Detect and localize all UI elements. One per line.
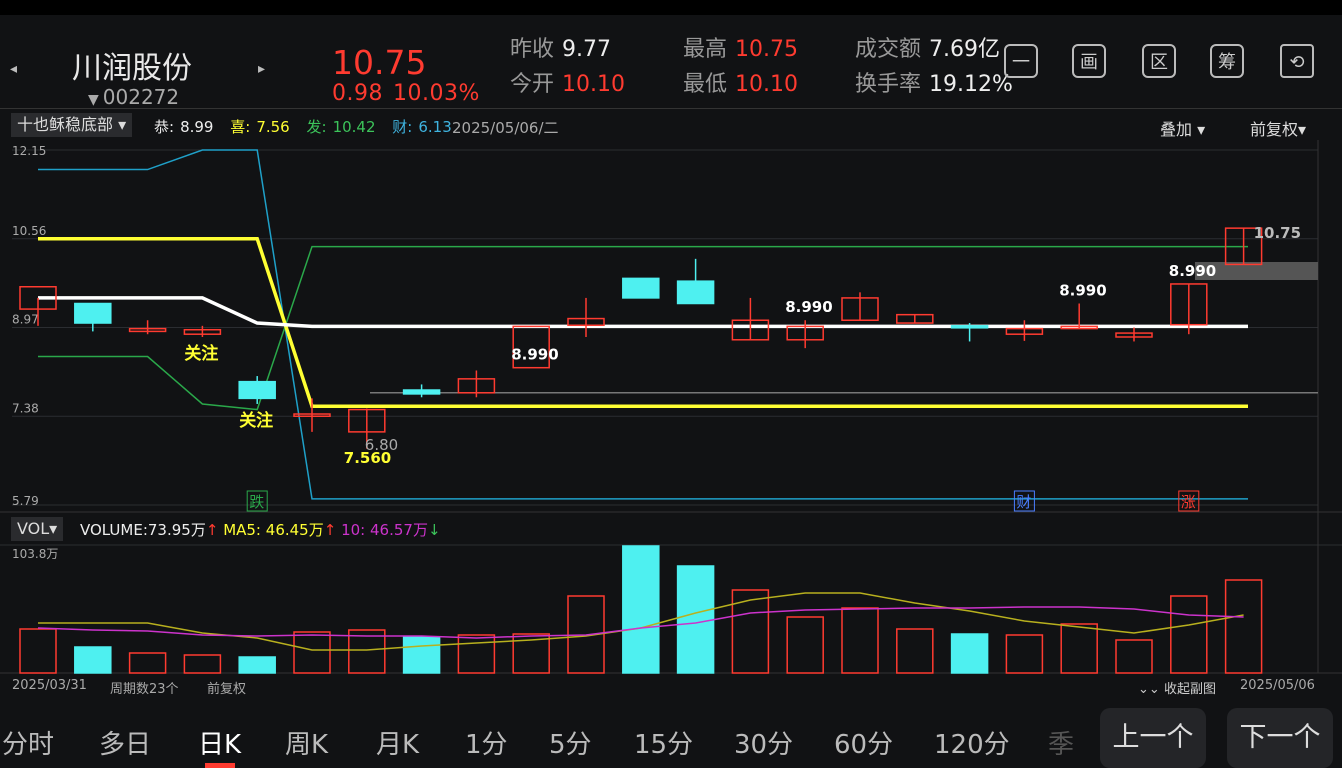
volume-ma10-label: 10: xyxy=(341,521,366,539)
volume-bar xyxy=(457,634,496,674)
price-label: 8.990 xyxy=(511,346,558,364)
y-axis-label: 8.97 xyxy=(12,313,39,327)
price-label: 8.990 xyxy=(785,298,832,316)
volume-indicator-name: VOL xyxy=(17,519,50,538)
candle xyxy=(676,280,715,305)
volume-bar xyxy=(238,656,276,674)
period-count: 周期数23个 xyxy=(110,682,179,697)
volume-bar xyxy=(128,652,167,674)
tab-multiday[interactable]: 多日 xyxy=(99,724,151,761)
footer-adjust: 前复权 xyxy=(207,682,247,697)
candle xyxy=(950,325,989,329)
volume-bar xyxy=(293,631,331,674)
volume-bar xyxy=(786,616,824,674)
event-marker: 财 xyxy=(1016,493,1031,511)
volume-ma5-label: MA5: xyxy=(223,521,261,539)
volume-bar xyxy=(74,646,112,674)
tab-1min[interactable]: 1分 xyxy=(465,724,508,761)
tab-fenshi[interactable]: 分时 xyxy=(2,724,54,761)
volume-max-label: 103.8万 xyxy=(12,547,58,561)
active-tab-indicator xyxy=(205,763,235,768)
watch-note: 关注 xyxy=(184,343,218,364)
double-chevron-down-icon: ⌄⌄ xyxy=(1138,682,1160,697)
volume-values: VOLUME:73.95万↑ MA5: 46.45万↑ 10: 46.57万↓ xyxy=(80,519,441,540)
volume-bar xyxy=(950,633,989,674)
volume-bar xyxy=(1115,639,1153,674)
volume-ma10-value: 46.57万 xyxy=(370,521,428,539)
white-indicator-line xyxy=(38,296,1248,329)
yellow-indicator-line xyxy=(38,237,1248,408)
up-arrow-icon: ↑ xyxy=(323,521,337,539)
volume-bar xyxy=(19,628,57,674)
event-marker: 跌 xyxy=(249,493,264,511)
volume-value: 73.95万 xyxy=(147,521,206,539)
volume-bar xyxy=(1170,595,1208,674)
end-date: 2025/05/06 xyxy=(1240,678,1315,693)
volume-ma5: MA5: 46.45万 xyxy=(223,521,324,539)
tab-quarter[interactable]: 季 xyxy=(1048,724,1074,761)
watch-note: 关注 xyxy=(239,410,273,431)
tab-60min[interactable]: 60分 xyxy=(834,724,893,761)
blue-indicator-line xyxy=(38,149,1248,500)
candle xyxy=(238,380,276,400)
y-axis-label: 5.79 xyxy=(12,494,39,508)
tab-15min[interactable]: 15分 xyxy=(634,724,693,761)
volume-bar xyxy=(183,654,222,674)
price-label: 8.990 xyxy=(1169,262,1216,280)
volume-bar xyxy=(896,628,934,674)
candle xyxy=(74,302,112,324)
volume-bar xyxy=(402,636,441,674)
kline-chart[interactable]: 12.15 10.56 8.97 7.38 5.79 8.990 8.990 8.990 8.9… xyxy=(0,0,1342,700)
collapse-subchart-button[interactable]: ⌄⌄ 收起副图 xyxy=(1138,678,1216,697)
tab-daily-k[interactable]: 日K xyxy=(198,724,241,761)
y-axis-label: 10.56 xyxy=(12,224,46,238)
volume-bar xyxy=(841,607,879,674)
volume-ma5-value: 46.45万 xyxy=(265,521,324,539)
volume-bar xyxy=(676,565,715,674)
low-price-label: 6.80 xyxy=(365,436,398,454)
tab-weekly-k[interactable]: 周K xyxy=(285,724,328,761)
volume-indicator-selector[interactable]: VOL▾ xyxy=(11,517,64,541)
prev-stock-button[interactable]: 上一个 xyxy=(1100,708,1206,768)
event-marker: 涨 xyxy=(1181,493,1196,511)
price-label: 8.990 xyxy=(1059,281,1106,299)
volume-bar xyxy=(1060,623,1098,674)
volume-label: VOLUME: xyxy=(80,521,148,539)
volume-bar xyxy=(1224,579,1263,674)
collapse-subchart-label: 收起副图 xyxy=(1163,682,1216,697)
down-arrow-icon: ↓ xyxy=(427,521,441,539)
caret-down-icon: ▾ xyxy=(49,519,58,538)
tab-30min[interactable]: 30分 xyxy=(734,724,793,761)
tab-monthly-k[interactable]: 月K xyxy=(376,724,419,761)
volume-bar xyxy=(1005,634,1044,674)
start-date: 2025/03/31 xyxy=(12,678,87,693)
volume-bar xyxy=(622,545,660,674)
candle xyxy=(402,389,441,395)
next-stock-button[interactable]: 下一个 xyxy=(1227,708,1333,768)
tab-5min[interactable]: 5分 xyxy=(549,724,592,761)
candle xyxy=(622,277,660,299)
tab-120min[interactable]: 120分 xyxy=(934,724,1010,761)
volume-total: VOLUME:73.95万 xyxy=(80,521,206,539)
y-axis-label: 12.15 xyxy=(12,144,46,158)
up-arrow-icon: ↑ xyxy=(205,521,219,539)
price-label: 10.75 xyxy=(1254,224,1301,242)
volume-ma10: 10: 46.57万 xyxy=(341,521,428,539)
y-axis-label: 7.38 xyxy=(12,401,39,415)
